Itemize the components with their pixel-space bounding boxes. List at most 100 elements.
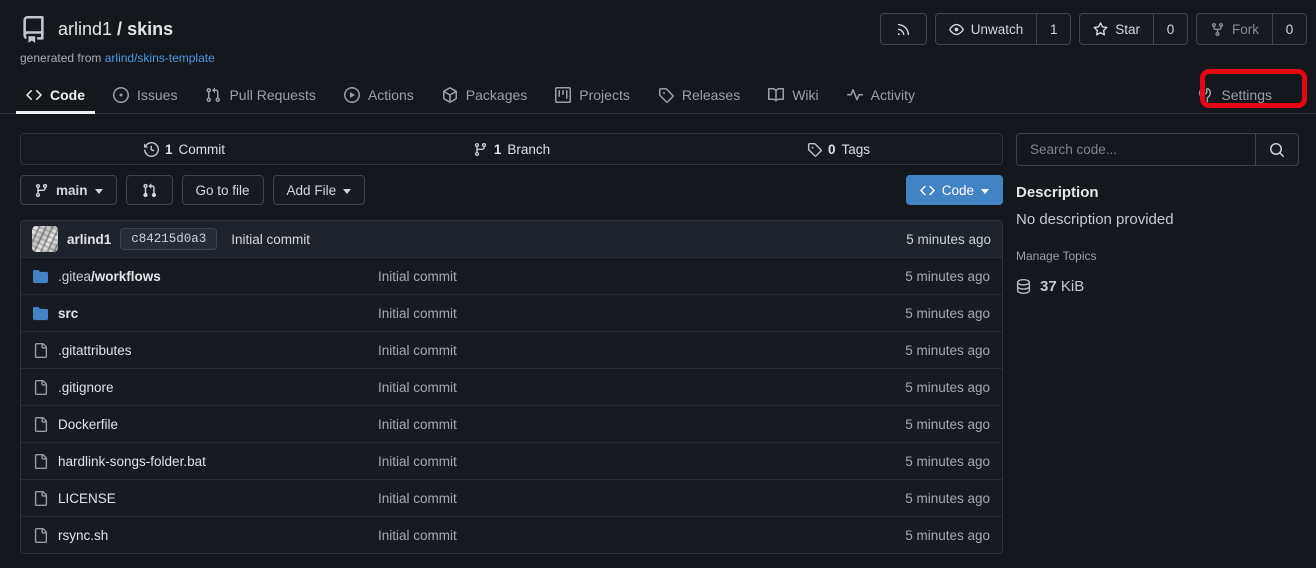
file-commit-message-link[interactable]: Initial commit [378, 454, 820, 469]
fork-button-group: Fork 0 [1196, 13, 1307, 45]
branch-selector[interactable]: main [20, 175, 117, 205]
generated-from-line: generated from arlind/skins-template [20, 51, 1316, 65]
actions-icon [344, 87, 360, 103]
tab-wiki[interactable]: Wiki [758, 77, 828, 113]
branches-count: 1 [494, 142, 502, 157]
code-button-label: Code [942, 183, 974, 198]
repo-name-link[interactable]: skins [127, 19, 173, 39]
branches-stat[interactable]: 1 Branch [348, 142, 675, 157]
commit-message-link[interactable]: Initial commit [231, 232, 310, 247]
commits-count: 1 [165, 142, 173, 157]
tab-list: Code Issues Pull Requests Actions Packag… [16, 77, 925, 113]
latest-commit-row: arlind1 c84215d0a3 Initial commit 5 minu… [21, 221, 1002, 257]
unwatch-label: Unwatch [971, 22, 1024, 37]
forks-count-button[interactable]: 0 [1273, 13, 1307, 45]
file-commit-time: 5 minutes ago [820, 454, 990, 469]
file-name-link[interactable]: .gitattributes [33, 343, 378, 358]
activity-icon [847, 87, 863, 103]
tab-projects[interactable]: Projects [545, 77, 640, 113]
file-commit-message-link[interactable]: Initial commit [378, 528, 820, 543]
file-commit-message-link[interactable]: Initial commit [378, 417, 820, 432]
stars-count-button[interactable]: 0 [1154, 13, 1188, 45]
repo-owner-link[interactable]: arlind1 [58, 19, 112, 39]
file-row: src Initial commit 5 minutes ago [21, 294, 1002, 331]
repo-header: arlind1/skins Unwatch 1 Star 0 [0, 0, 1316, 45]
avatar[interactable] [32, 226, 58, 252]
file-row: hardlink-songs-folder.bat Initial commit… [21, 442, 1002, 479]
tags-stat[interactable]: 0 Tags [675, 142, 1002, 157]
repo-action-buttons: Unwatch 1 Star 0 Fork 0 [880, 13, 1307, 45]
watch-button-group: Unwatch 1 [935, 13, 1072, 45]
file-row-list: .gitea/workflows Initial commit 5 minute… [21, 257, 1002, 553]
watchers-count: 1 [1050, 22, 1058, 37]
go-to-file-button[interactable]: Go to file [182, 175, 264, 205]
tab-code[interactable]: Code [16, 77, 95, 113]
file-commit-message-link[interactable]: Initial commit [378, 380, 820, 395]
star-label: Star [1115, 22, 1140, 37]
wiki-icon [768, 87, 784, 103]
rss-button[interactable] [880, 13, 927, 45]
fork-button[interactable]: Fork [1196, 13, 1273, 45]
file-commit-message-link[interactable]: Initial commit [378, 269, 820, 284]
file-name-link[interactable]: .gitignore [33, 380, 378, 395]
unwatch-button[interactable]: Unwatch [935, 13, 1038, 45]
generated-from-label: generated from [20, 51, 101, 65]
file-name-link[interactable]: .gitea/workflows [33, 269, 378, 284]
commits-stat[interactable]: 1 Commit [21, 142, 348, 157]
file-commit-message-link[interactable]: Initial commit [378, 306, 820, 321]
commit-author-link[interactable]: arlind1 [67, 232, 111, 247]
fork-icon [1210, 22, 1225, 37]
repo-title-separator: / [117, 19, 122, 39]
tab-actions[interactable]: Actions [334, 77, 424, 113]
tab-activity[interactable]: Activity [837, 77, 925, 113]
manage-topics-link[interactable]: Manage Topics [1016, 249, 1299, 263]
chevron-down-icon [981, 189, 989, 194]
tab-settings[interactable]: Settings [1187, 87, 1282, 103]
code-download-button[interactable]: Code [906, 175, 1003, 205]
search-code-input[interactable] [1016, 133, 1255, 166]
search-submit-button[interactable] [1255, 133, 1299, 166]
file-name-link[interactable]: Dockerfile [33, 417, 378, 432]
tools-icon [1197, 87, 1213, 103]
tab-packages[interactable]: Packages [432, 77, 537, 113]
file-commit-time: 5 minutes ago [820, 269, 990, 284]
branch-icon [473, 142, 488, 157]
file-icon [33, 417, 48, 432]
add-file-button[interactable]: Add File [273, 175, 366, 205]
tags-count: 0 [828, 142, 836, 157]
file-name-link[interactable]: rsync.sh [33, 528, 378, 543]
database-icon [1016, 279, 1031, 294]
history-icon [144, 142, 159, 157]
file-icon [33, 528, 48, 543]
file-row: Dockerfile Initial commit 5 minutes ago [21, 405, 1002, 442]
star-button[interactable]: Star [1079, 13, 1154, 45]
repo-icon [20, 16, 47, 43]
file-name-link[interactable]: LICENSE [33, 491, 378, 506]
repo-size-value: 37 [1040, 278, 1057, 295]
star-button-group: Star 0 [1079, 13, 1188, 45]
repo-sidebar: Description No description provided Mana… [1016, 133, 1299, 295]
tab-settings-label: Settings [1221, 87, 1272, 103]
tab-pull-requests[interactable]: Pull Requests [195, 77, 325, 113]
eye-icon [949, 22, 964, 37]
tab-issues[interactable]: Issues [103, 77, 187, 113]
file-commit-message-link[interactable]: Initial commit [378, 491, 820, 506]
pull-request-icon [205, 87, 221, 103]
repo-size-unit: KiB [1061, 278, 1084, 295]
compare-button[interactable] [126, 175, 173, 205]
file-icon [33, 380, 48, 395]
file-commit-message-link[interactable]: Initial commit [378, 343, 820, 358]
watchers-count-button[interactable]: 1 [1037, 13, 1071, 45]
rss-icon [896, 22, 911, 37]
repo-toolbar: main Go to file Add File Code [20, 175, 1003, 205]
tab-releases[interactable]: Releases [648, 77, 750, 113]
template-repo-link[interactable]: arlind/skins-template [105, 51, 215, 65]
file-name-link[interactable]: hardlink-songs-folder.bat [33, 454, 378, 469]
file-name-link[interactable]: src [33, 306, 378, 321]
file-commit-time: 5 minutes ago [820, 306, 990, 321]
branch-name: main [56, 183, 88, 198]
settings-tab-wrap: Settings [1187, 77, 1300, 113]
add-file-label: Add File [287, 183, 337, 198]
description-heading: Description [1016, 184, 1299, 201]
commit-hash-link[interactable]: c84215d0a3 [120, 228, 217, 250]
